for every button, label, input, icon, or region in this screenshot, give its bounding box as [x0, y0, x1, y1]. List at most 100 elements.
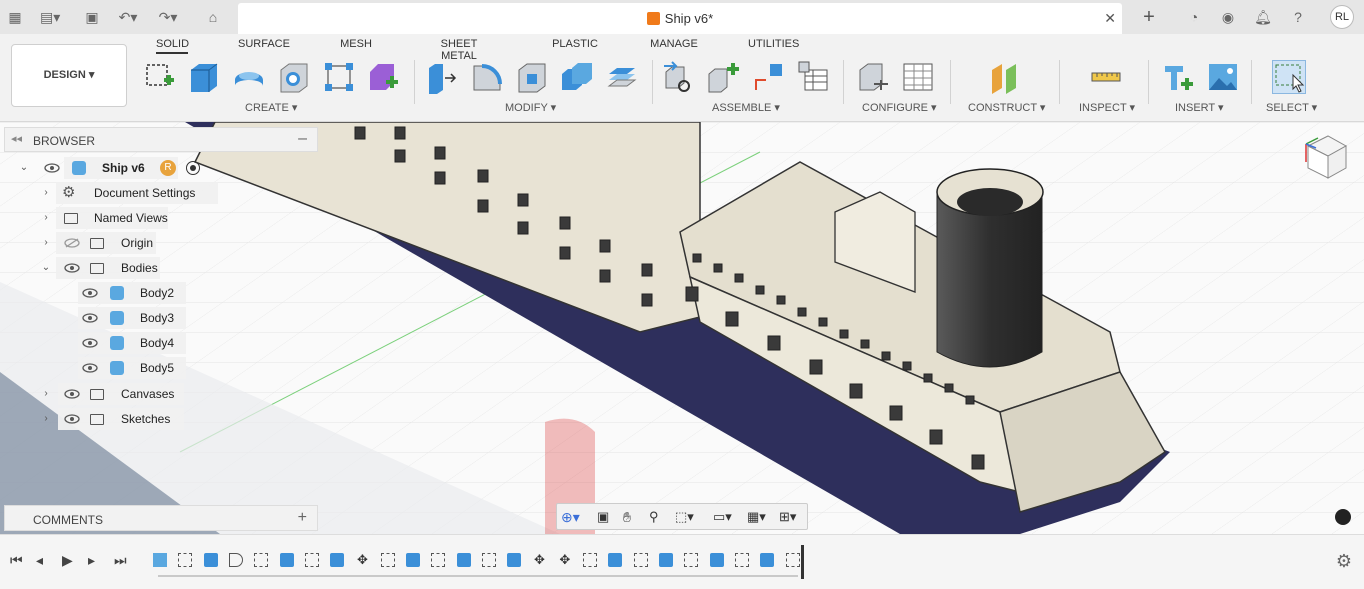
timeline-sketch-icon[interactable] — [481, 553, 496, 567]
measure-icon[interactable] — [1089, 60, 1123, 94]
viewports-icon[interactable]: ⊞▾ — [779, 509, 796, 525]
go-to-start-icon[interactable]: ⏮ — [10, 552, 23, 569]
undo-icon[interactable]: ↶▾ — [118, 7, 138, 27]
chevron-down-icon[interactable]: ⌄ — [40, 257, 52, 279]
tab-utilities[interactable]: UTILITIES — [748, 38, 799, 50]
view-cube[interactable] — [1300, 132, 1350, 187]
eye-icon[interactable] — [44, 163, 60, 173]
offset-face-icon[interactable] — [605, 60, 639, 94]
settings-gear-icon[interactable]: ⚙ — [1336, 551, 1352, 572]
joint-icon[interactable] — [707, 60, 741, 94]
timeline-extrude-icon[interactable] — [456, 553, 471, 567]
new-tab-plus-icon[interactable]: + — [1139, 7, 1159, 27]
timeline-extrude-icon[interactable] — [279, 553, 294, 567]
collapse-panel-icon[interactable]: ◂◂ — [11, 132, 22, 145]
timeline-extrude-icon[interactable] — [659, 553, 673, 567]
timeline-extrude-icon[interactable] — [203, 553, 218, 567]
configure-group-label[interactable]: CONFIGURE ▾ — [862, 101, 937, 114]
add-comment-icon[interactable]: + — [298, 509, 307, 527]
close-icon[interactable]: ✕ — [1104, 10, 1116, 27]
timeline-extrude-icon[interactable] — [330, 553, 345, 567]
timeline-sketch-icon[interactable] — [178, 553, 193, 567]
select-group-label[interactable]: SELECT ▾ — [1266, 101, 1317, 114]
extrude-icon[interactable] — [187, 60, 221, 94]
timeline-sketch-icon[interactable] — [254, 553, 269, 567]
look-at-icon[interactable]: ▣ — [597, 509, 613, 525]
timeline-sketch-icon[interactable] — [304, 553, 319, 567]
grid-settings-icon[interactable]: ▦▾ — [747, 509, 766, 525]
browser-root-row[interactable]: ⌄ Ship v6 R — [18, 157, 218, 179]
browser-item-bodies[interactable]: ⌄ Bodies — [40, 257, 220, 279]
comments-panel[interactable]: COMMENTS + — [4, 505, 318, 531]
zoom-icon[interactable]: ⚲ — [649, 509, 665, 525]
pan-icon[interactable]: ✋︎ — [623, 509, 639, 525]
timeline-sketch-icon[interactable] — [734, 553, 749, 567]
browser-item-body4[interactable]: Body4 — [78, 332, 188, 354]
timeline-extrude-icon[interactable] — [507, 553, 522, 567]
timeline-track[interactable] — [158, 575, 798, 577]
hole-icon[interactable] — [277, 60, 311, 94]
eye-icon[interactable] — [64, 389, 80, 399]
configuration-table-icon[interactable] — [901, 60, 935, 94]
eye-icon[interactable] — [82, 288, 98, 298]
activate-radio-icon[interactable] — [186, 161, 200, 175]
fillet-icon[interactable] — [470, 60, 504, 94]
eye-icon[interactable] — [82, 338, 98, 348]
tab-surface[interactable]: SURFACE — [238, 38, 290, 50]
timeline-sketch-icon[interactable] — [431, 553, 446, 567]
construct-group-label[interactable]: CONSTRUCT ▾ — [968, 101, 1045, 114]
inspect-group-label[interactable]: INSPECT ▾ — [1079, 101, 1135, 114]
bom-table-icon[interactable] — [797, 60, 831, 94]
timeline-extrude-icon[interactable] — [608, 553, 623, 567]
timeline-marker[interactable] — [801, 545, 804, 579]
workspace-dropdown[interactable]: DESIGN ▾ — [11, 44, 127, 107]
display-settings-icon[interactable]: ▭▾ — [713, 509, 732, 525]
go-to-end-icon[interactable]: ⏭ — [114, 552, 127, 569]
chevron-right-icon[interactable]: › — [40, 383, 52, 405]
eye-icon[interactable] — [64, 263, 80, 273]
redo-icon[interactable]: ↷▾ — [158, 7, 178, 27]
browser-item-origin[interactable]: › Origin — [40, 232, 220, 254]
create-form-icon[interactable] — [366, 60, 400, 94]
job-status-icon[interactable]: ◉ — [1218, 7, 1238, 27]
play-icon[interactable]: ▶ — [62, 552, 73, 569]
timeline-revolve-icon[interactable] — [228, 553, 243, 567]
offset-plane-icon[interactable] — [988, 60, 1022, 94]
new-component-icon[interactable] — [662, 60, 696, 94]
pattern-icon[interactable] — [322, 60, 356, 94]
configure-icon[interactable] — [856, 60, 890, 94]
insert-image-icon[interactable] — [1206, 60, 1240, 94]
user-avatar[interactable]: RL — [1330, 5, 1354, 29]
tab-solid[interactable]: SOLID — [156, 38, 189, 54]
chevron-right-icon[interactable]: › — [40, 182, 52, 204]
chevron-right-icon[interactable]: › — [40, 232, 52, 254]
browser-item-named-views[interactable]: › Named Views — [40, 207, 220, 229]
timeline-move-icon[interactable]: ✥ — [558, 553, 572, 567]
create-sketch-icon[interactable] — [142, 60, 176, 94]
extensions-icon[interactable]: ◔ — [1184, 7, 1204, 27]
browser-item-sketches[interactable]: › Sketches — [40, 408, 190, 430]
help-icon[interactable]: ? — [1288, 7, 1308, 27]
timeline-sketch-icon[interactable] — [380, 553, 395, 567]
grid-icon[interactable]: ▦ — [5, 7, 25, 27]
feedback-icon[interactable] — [1335, 509, 1351, 525]
home-icon[interactable]: ⌂ — [203, 7, 223, 27]
fit-icon[interactable]: ⬚▾ — [675, 509, 694, 525]
step-forward-icon[interactable]: ▸ — [88, 552, 95, 569]
eye-icon[interactable] — [82, 363, 98, 373]
step-back-icon[interactable]: ◂ — [36, 552, 43, 569]
press-pull-icon[interactable] — [425, 60, 459, 94]
tab-manage[interactable]: MANAGE — [650, 38, 698, 50]
timeline-extrude-icon[interactable] — [709, 553, 724, 567]
browser-item-canvases[interactable]: › Canvases — [40, 383, 190, 405]
browser-item-body3[interactable]: Body3 — [78, 307, 188, 329]
tab-sheet-metal[interactable]: SHEET METAL — [423, 38, 495, 62]
document-tab[interactable]: Ship v6* ✕ — [238, 3, 1122, 34]
revolve-icon[interactable] — [232, 60, 266, 94]
chevron-right-icon[interactable]: › — [40, 408, 52, 430]
save-icon[interactable]: ▣ — [82, 7, 102, 27]
minimize-icon[interactable]: – — [298, 130, 307, 148]
eye-hidden-icon[interactable] — [64, 238, 80, 248]
orbit-icon[interactable]: ⊕▾ — [561, 509, 580, 525]
timeline-sketch-icon[interactable] — [633, 553, 648, 567]
